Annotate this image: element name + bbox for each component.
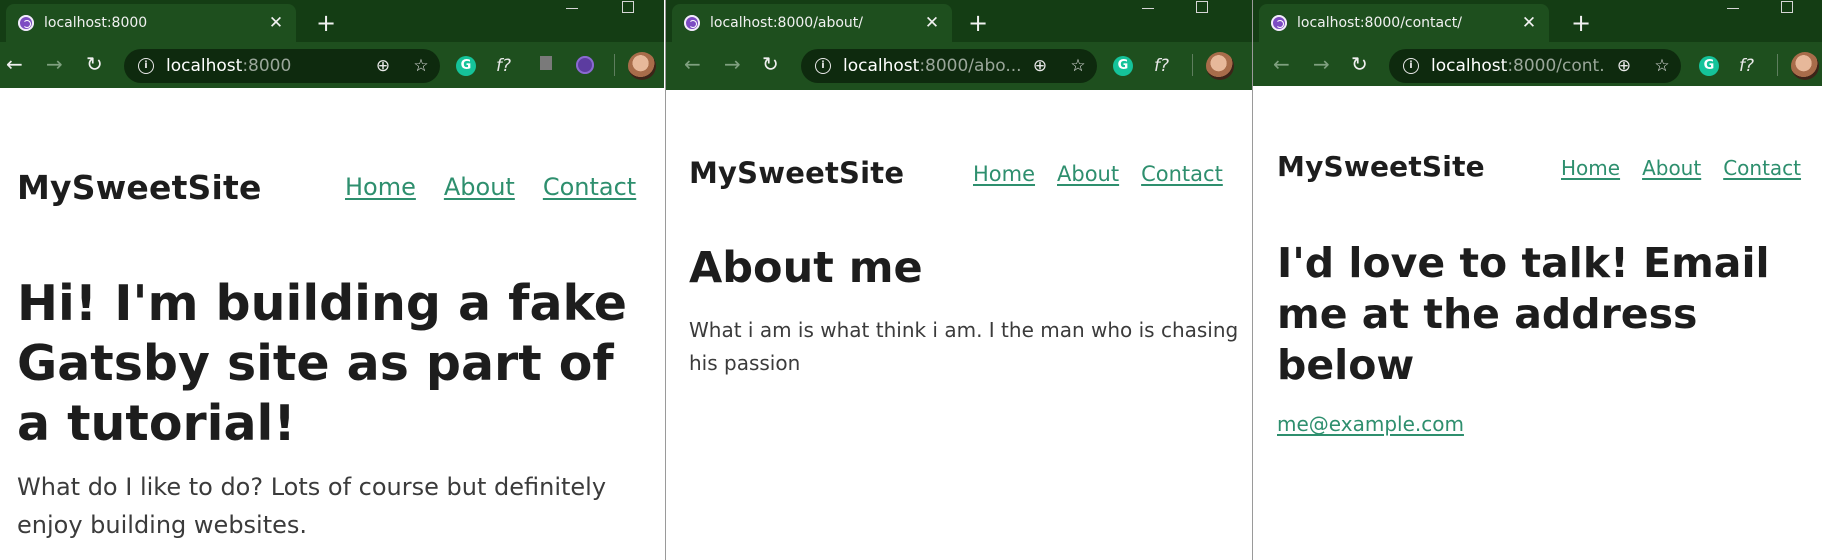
tab-strip: localhost:8000 ✕ + [0,0,664,42]
gatsby-favicon-icon [1271,15,1287,31]
close-icon[interactable]: ✕ [920,13,944,33]
nav-link-home[interactable]: Home [1561,156,1620,180]
reload-icon[interactable]: ↻ [762,54,779,74]
address-bar[interactable]: i localhost:8000 ⊕ ☆ [124,49,440,83]
site-title[interactable]: MySweetSite [1277,150,1485,183]
toolbar: ← → ↻ i localhost:8000/abo... ⊕ ☆ G f? [666,42,1252,88]
nav-link-about[interactable]: About [1057,162,1119,186]
tab-strip: localhost:8000/about/ ✕ + [666,0,1252,42]
page-heading: I'd love to talk! Email me at the addres… [1277,239,1770,389]
page-paragraph: What do I like to do? Lots of course but… [17,473,607,539]
plus-icon[interactable]: + [316,10,336,36]
page-heading: About me [689,243,923,293]
url-host: localhost [843,56,920,76]
reload-icon[interactable]: ↻ [1351,54,1368,74]
close-icon[interactable]: ✕ [264,13,288,33]
back-arrow-icon[interactable]: ← [1273,54,1290,74]
toolbar: ← → ↻ i localhost:8000 ⊕ ☆ G f? [0,42,664,88]
site-title[interactable]: MySweetSite [17,168,262,207]
star-icon[interactable]: ☆ [402,56,440,76]
tab-home[interactable]: localhost:8000 ✕ [6,4,296,42]
browser-window-about: localhost:8000/about/ ✕ + ← → ↻ i localh… [665,0,1252,560]
toolbar: ← → ↻ i localhost:8000/cont... ⊕ ☆ G f? [1253,42,1822,88]
nav-links: Home About Contact [1561,156,1801,180]
back-arrow-icon[interactable]: ← [6,54,23,74]
site-title[interactable]: MySweetSite [689,156,904,190]
close-icon[interactable]: ✕ [1517,13,1541,33]
zoom-icon[interactable]: ⊕ [364,56,402,76]
nav-link-contact[interactable]: Contact [1141,162,1223,186]
zoom-icon[interactable]: ⊕ [1605,56,1643,76]
tab-title: localhost:8000/about/ [710,15,864,31]
nav-links: Home About Contact [973,162,1223,186]
gatsby-favicon-icon [18,15,34,31]
toolbar-divider [1777,54,1778,76]
plus-icon[interactable]: + [968,10,988,36]
tab-strip: localhost:8000/contact/ ✕ + [1253,0,1822,42]
page-paragraph: What i am is what think i am. I the man … [689,318,1239,375]
maximize-icon[interactable] [1196,1,1208,13]
tab-contact[interactable]: localhost:8000/contact/ ✕ [1259,4,1549,42]
minimize-icon[interactable] [1142,8,1154,9]
formula-extension-icon[interactable]: f? [1739,56,1754,76]
nav-link-home[interactable]: Home [345,173,416,201]
nav-link-home[interactable]: Home [973,162,1035,186]
url-rest: :8000/cont... [1507,56,1605,76]
forward-arrow-icon[interactable]: → [46,54,63,74]
forward-arrow-icon[interactable]: → [724,54,741,74]
formula-extension-icon[interactable]: f? [1154,56,1169,76]
extension-purple-icon[interactable] [576,56,594,74]
back-arrow-icon[interactable]: ← [684,54,701,74]
avatar[interactable] [1206,52,1234,80]
nav-link-about[interactable]: About [1642,156,1701,180]
info-icon[interactable]: i [815,58,831,74]
url-host: localhost [166,56,243,76]
address-bar[interactable]: i localhost:8000/cont... ⊕ ☆ [1389,49,1681,83]
page-heading: Hi! I'm building a fake Gatsby site as p… [17,275,628,452]
tab-title: localhost:8000/contact/ [1297,15,1463,31]
email-link[interactable]: me@example.com [1277,412,1464,436]
zoom-icon[interactable]: ⊕ [1021,56,1059,76]
browser-window-contact: localhost:8000/contact/ ✕ + ← → ↻ i loca… [1252,0,1822,560]
star-icon[interactable]: ☆ [1059,56,1097,76]
reload-icon[interactable]: ↻ [86,54,103,74]
nav-link-contact[interactable]: Contact [1723,156,1801,180]
avatar[interactable] [628,52,656,80]
maximize-icon[interactable] [622,1,634,13]
url-rest: :8000 [242,56,292,76]
nav-link-about[interactable]: About [444,173,515,201]
gatsby-favicon-icon [684,15,700,31]
grammarly-icon[interactable]: G [456,56,476,76]
extension-icon[interactable] [540,56,552,70]
grammarly-icon[interactable]: G [1113,56,1133,76]
nav-links: Home About Contact [345,173,636,201]
formula-extension-icon[interactable]: f? [496,56,511,76]
browser-chrome: localhost:8000/contact/ ✕ + ← → ↻ i loca… [1253,0,1822,86]
tab-about[interactable]: localhost:8000/about/ ✕ [672,4,952,42]
url-host: localhost [1431,56,1508,76]
tab-title: localhost:8000 [44,15,148,31]
minimize-icon[interactable] [566,8,578,9]
nav-link-contact[interactable]: Contact [543,173,636,201]
browser-chrome: localhost:8000 ✕ + ← → ↻ i localhost:800… [0,0,664,88]
grammarly-icon[interactable]: G [1699,56,1719,76]
info-icon[interactable]: i [1403,58,1419,74]
url-rest: :8000/abo... [919,56,1021,76]
url-text: localhost:8000/abo... [843,56,1021,76]
url-text: localhost:8000 [166,56,364,76]
forward-arrow-icon[interactable]: → [1313,54,1330,74]
toolbar-divider [614,54,615,76]
plus-icon[interactable]: + [1571,10,1591,36]
url-text: localhost:8000/cont... [1431,56,1605,76]
avatar[interactable] [1791,52,1819,80]
maximize-icon[interactable] [1781,1,1793,13]
browser-chrome: localhost:8000/about/ ✕ + ← → ↻ i localh… [666,0,1252,90]
minimize-icon[interactable] [1727,8,1739,9]
info-icon[interactable]: i [138,58,154,74]
address-bar[interactable]: i localhost:8000/abo... ⊕ ☆ [801,49,1097,83]
toolbar-divider [1192,54,1193,76]
star-icon[interactable]: ☆ [1643,56,1681,76]
browser-window-home: localhost:8000 ✕ + ← → ↻ i localhost:800… [0,0,664,560]
